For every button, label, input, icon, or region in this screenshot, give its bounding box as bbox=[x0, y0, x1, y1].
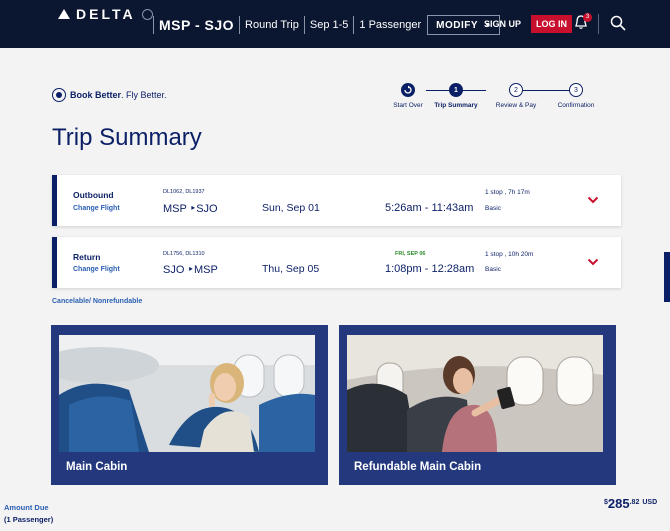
price-cents: .82 bbox=[629, 499, 640, 506]
step-label: Review & Pay bbox=[495, 102, 537, 109]
cancellation-note: Cancelable/ Nonrefundable bbox=[52, 298, 143, 305]
arrival-next-day: FRI, SEP 06 bbox=[395, 251, 426, 257]
chevron-down-icon[interactable] bbox=[587, 196, 599, 204]
flight-direction: Outbound bbox=[73, 190, 114, 200]
step-review-pay: 2 Review & Pay bbox=[486, 83, 546, 109]
flight-card-return[interactable]: Return Change Flight DL1756, DL1310 SJO … bbox=[52, 237, 621, 288]
search-icon bbox=[610, 15, 626, 31]
logo-text: DELTA bbox=[76, 6, 136, 22]
amount-passenger-count: (1 Passenger) bbox=[4, 515, 54, 524]
cabin-name: Main Cabin bbox=[66, 461, 128, 473]
step-label: Start Over bbox=[393, 102, 423, 109]
flight-stops-duration: 1 stop , 10h 20m bbox=[485, 251, 534, 258]
cabin-name: Refundable Main Cabin bbox=[354, 461, 482, 473]
currency-code: USD bbox=[642, 499, 658, 506]
flight-numbers: DL1062, DL1937 bbox=[163, 189, 205, 195]
flight-route: SJO ‣MSP bbox=[163, 263, 218, 276]
destination-code: SJO bbox=[196, 203, 218, 215]
flight-times: 1:08pm - 12:28am bbox=[385, 263, 475, 275]
step-label: Trip Summary bbox=[434, 102, 478, 109]
book-better-text: Book Better. Fly Better. bbox=[70, 90, 167, 100]
flight-direction: Return bbox=[73, 252, 101, 262]
divider bbox=[153, 16, 154, 34]
notifications-button[interactable]: 3 bbox=[572, 13, 592, 33]
flight-date: Sun, Sep 01 bbox=[262, 202, 320, 214]
origin-code: MSP bbox=[163, 203, 187, 215]
main-cabin-photo bbox=[59, 335, 315, 452]
delta-logo[interactable]: DELTA bbox=[58, 6, 153, 22]
refundable-cabin-photo bbox=[347, 335, 603, 452]
step-trip-summary: 1 Trip Summary bbox=[426, 83, 486, 109]
book-better-icon bbox=[52, 88, 66, 102]
modify-label: MODIFY bbox=[436, 19, 479, 31]
trip-summary-bar: MSP - SJO Round Trip Sep 1-5 1 Passenger… bbox=[148, 14, 501, 36]
fare-class: Basic bbox=[485, 205, 501, 212]
change-flight-link[interactable]: Change Flight bbox=[73, 205, 120, 212]
step-confirmation: 3 Confirmation bbox=[546, 83, 606, 109]
log-in-button[interactable]: LOG IN bbox=[531, 15, 572, 33]
change-flight-link[interactable]: Change Flight bbox=[73, 266, 120, 273]
progress-stepper: Start Over 1 Trip Summary 2 Review & Pay… bbox=[390, 83, 610, 113]
flight-times: 5:26am - 11:43am bbox=[385, 202, 474, 214]
flight-route: MSP ‣SJO bbox=[163, 202, 218, 215]
passenger-count: 1 Passenger bbox=[359, 19, 422, 31]
step-label: Confirmation bbox=[557, 102, 595, 109]
divider bbox=[598, 14, 599, 34]
step-marker: 2 bbox=[509, 83, 523, 97]
trip-dates: Sep 1-5 bbox=[309, 19, 349, 31]
search-button[interactable] bbox=[610, 15, 626, 31]
notification-badge: 3 bbox=[583, 13, 592, 22]
trip-type: Round Trip bbox=[245, 19, 299, 31]
step-marker: 3 bbox=[569, 83, 583, 97]
total-price: $ 285 .82 USD bbox=[604, 496, 657, 511]
page-title: Trip Summary bbox=[52, 124, 202, 151]
flight-stops-duration: 1 stop , 7h 17m bbox=[485, 189, 530, 196]
cabin-card-main[interactable]: Main Cabin bbox=[51, 325, 328, 485]
restart-icon bbox=[401, 83, 415, 97]
step-marker: 1 bbox=[449, 83, 463, 97]
cabin-card-refundable[interactable]: Refundable Main Cabin bbox=[339, 325, 616, 485]
route-cities: MSP - SJO bbox=[159, 17, 235, 33]
divider bbox=[239, 16, 241, 34]
top-nav-bar: DELTA MSP - SJO Round Trip Sep 1-5 1 Pas… bbox=[0, 0, 670, 48]
origin-code: SJO bbox=[163, 264, 185, 276]
chevron-down-icon[interactable] bbox=[587, 258, 599, 266]
amount-due-label: Amount Due bbox=[4, 503, 49, 512]
price-whole: 285 bbox=[607, 496, 630, 511]
divider bbox=[303, 16, 305, 34]
book-better-bold: Book Better bbox=[70, 90, 122, 100]
flight-date: Thu, Sep 05 bbox=[262, 263, 320, 275]
fare-class: Basic bbox=[485, 266, 501, 273]
book-better-rest: . Fly Better. bbox=[121, 90, 167, 100]
destination-code: MSP bbox=[193, 264, 218, 276]
book-better-banner: Book Better. Fly Better. bbox=[52, 88, 167, 102]
feedback-side-tab[interactable] bbox=[664, 252, 670, 302]
delta-widget-icon bbox=[58, 9, 70, 19]
flight-card-outbound[interactable]: Outbound Change Flight DL1062, DL1937 MS… bbox=[52, 175, 621, 226]
flight-numbers: DL1756, DL1310 bbox=[163, 251, 205, 257]
sign-up-link[interactable]: SIGN UP bbox=[484, 19, 521, 29]
divider bbox=[353, 16, 355, 34]
